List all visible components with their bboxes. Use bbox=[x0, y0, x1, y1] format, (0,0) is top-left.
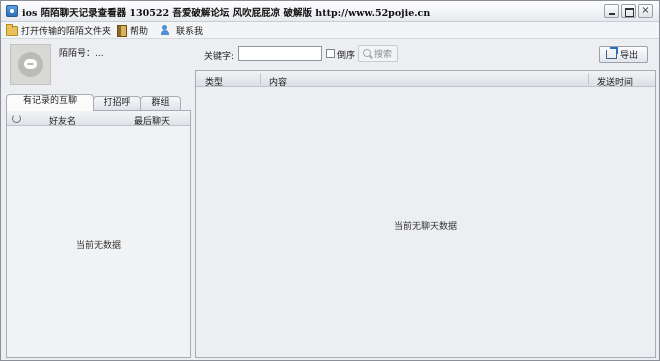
contact-icon bbox=[161, 25, 173, 36]
export-button[interactable]: 导出 bbox=[599, 46, 648, 63]
contact-menu-item[interactable]: 联系我 bbox=[161, 24, 203, 37]
app-icon bbox=[6, 5, 18, 17]
help-menu-item[interactable]: 帮助 bbox=[117, 24, 148, 37]
column-header-friend-name[interactable]: 好友名 bbox=[49, 114, 76, 127]
refresh-icon[interactable] bbox=[12, 114, 21, 123]
chat-grid-panel: 类型 内容 发送时间 当前无聊天数据 bbox=[195, 70, 656, 358]
reverse-order-checkbox[interactable] bbox=[326, 49, 335, 58]
minimize-button[interactable] bbox=[604, 4, 619, 18]
chat-grid-empty-text: 当前无聊天数据 bbox=[393, 222, 457, 232]
open-folder-label: 打开传输的陌陌文件夹 bbox=[21, 27, 112, 37]
search-icon bbox=[363, 49, 372, 58]
avatar bbox=[10, 44, 51, 85]
close-button[interactable]: × bbox=[638, 4, 653, 18]
window-title: ios 陌陌聊天记录查看器 130522 吾爱破解论坛 风吹屁屁凉 破解版 ht… bbox=[22, 8, 431, 19]
folder-icon bbox=[6, 23, 18, 36]
chat-grid-header: 类型 内容 发送时间 bbox=[196, 71, 655, 88]
maximize-button[interactable] bbox=[621, 4, 636, 18]
help-book-icon bbox=[117, 24, 127, 37]
friend-list-panel: 好友名 最后聊天 当前无数据 bbox=[6, 110, 191, 358]
contact-label: 联系我 bbox=[176, 27, 204, 37]
help-label: 帮助 bbox=[130, 27, 149, 37]
column-header-last-chat[interactable]: 最后聊天 bbox=[134, 114, 170, 127]
app-window: ios 陌陌聊天记录查看器 130522 吾爱破解论坛 风吹屁屁凉 破解版 ht… bbox=[0, 0, 660, 361]
title-bar: ios 陌陌聊天记录查看器 130522 吾爱破解论坛 风吹屁屁凉 破解版 ht… bbox=[1, 1, 659, 22]
column-header-content[interactable]: 内容 bbox=[269, 75, 287, 88]
friend-list-empty-text: 当前无数据 bbox=[75, 241, 121, 251]
export-icon bbox=[606, 47, 618, 59]
chat-bubble-icon bbox=[24, 59, 37, 69]
momo-id-label: 陌陌号：... bbox=[59, 49, 104, 59]
search-button-label: 搜索 bbox=[374, 50, 393, 60]
tab-chat-records[interactable]: 有记录的互聊 bbox=[6, 94, 94, 111]
keyword-label: 关键字: bbox=[204, 52, 235, 62]
friend-list-header: 好友名 最后聊天 bbox=[7, 111, 190, 127]
keyword-input[interactable] bbox=[238, 46, 322, 61]
column-divider[interactable] bbox=[588, 73, 589, 85]
open-folder-menu-item[interactable]: 打开传输的陌陌文件夹 bbox=[6, 23, 112, 37]
column-divider[interactable] bbox=[260, 73, 261, 85]
reverse-order-label: 倒序 bbox=[337, 51, 356, 61]
export-button-label: 导出 bbox=[620, 51, 639, 61]
tab-groups[interactable]: 群组 bbox=[140, 96, 181, 111]
search-button[interactable]: 搜索 bbox=[358, 45, 398, 62]
menu-bar: 打开传输的陌陌文件夹 帮助 联系我 bbox=[1, 22, 659, 39]
column-header-type[interactable]: 类型 bbox=[205, 75, 223, 88]
tab-greetings[interactable]: 打招呼 bbox=[93, 96, 141, 111]
column-header-send-time[interactable]: 发送时间 bbox=[597, 75, 633, 88]
